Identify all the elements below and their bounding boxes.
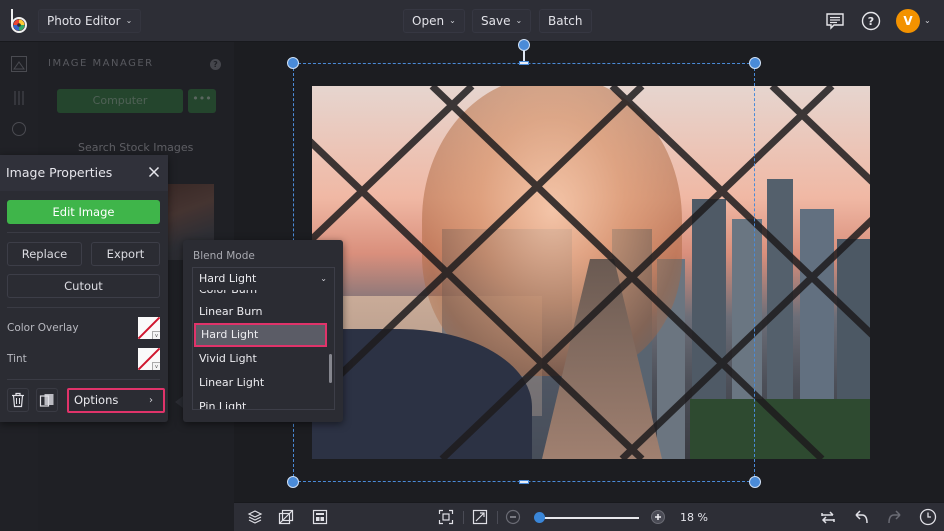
blend-option-linear-burn[interactable]: Linear Burn (193, 300, 327, 324)
cutout-button[interactable]: Cutout (7, 274, 160, 298)
help-icon[interactable]: ? (859, 9, 883, 33)
chevron-right-icon: › (149, 395, 153, 406)
blend-option-pin-light[interactable]: Pin Light (193, 395, 327, 409)
blend-mode-options-list[interactable]: Color Burn Linear Burn Hard Light Vivid … (192, 290, 335, 410)
image-properties-panel: Image Properties Edit Image Replace Expo… (0, 155, 168, 422)
avatar-initial: V (903, 14, 913, 28)
replace-button[interactable]: Replace (7, 242, 82, 266)
app-menu-button[interactable]: Photo Editor ⌄ (38, 9, 142, 33)
resize-handle-bottom[interactable] (519, 480, 529, 484)
crop-canvas-icon[interactable] (276, 507, 296, 527)
image-icon[interactable] (11, 56, 27, 72)
close-icon[interactable] (146, 164, 162, 180)
open-button[interactable]: Open ⌄ (403, 9, 465, 33)
batch-label: Batch (548, 14, 583, 28)
resize-handle-bottom-left[interactable] (287, 476, 299, 488)
export-button[interactable]: Export (91, 242, 160, 266)
duplicate-button[interactable] (36, 388, 58, 412)
feedback-icon[interactable] (823, 9, 847, 33)
adjustments-icon[interactable] (12, 90, 26, 106)
blend-option-hard-light[interactable]: Hard Light (194, 323, 327, 347)
zoom-slider-track[interactable] (539, 517, 639, 519)
redo-icon[interactable] (884, 507, 904, 527)
blend-list-scrollbar[interactable] (329, 354, 332, 383)
delete-button[interactable] (7, 388, 29, 412)
save-label: Save (481, 14, 511, 28)
avatar[interactable]: V (896, 9, 920, 33)
chevron-down-icon: ⌄ (320, 274, 327, 283)
resize-handle-bottom-right[interactable] (749, 476, 761, 488)
layout-icon[interactable] (310, 507, 330, 527)
edit-image-button[interactable]: Edit Image (7, 200, 160, 224)
panel-title: Image Properties (6, 165, 113, 180)
zoom-value: 18 % (680, 511, 708, 524)
layers-icon[interactable] (245, 507, 265, 527)
effects-icon[interactable] (12, 122, 26, 136)
svg-text:?: ? (868, 15, 874, 28)
chevron-down-icon[interactable]: ⌄ (924, 16, 931, 25)
bottom-toolbar: 18 % (234, 502, 944, 531)
logo-icon[interactable] (8, 8, 32, 34)
zoom-slider-knob[interactable] (534, 512, 545, 523)
app-menu-label: Photo Editor (47, 14, 121, 28)
resize-handle-top-right[interactable] (749, 57, 761, 69)
search-stock-images-link[interactable]: Search Stock Images (78, 141, 193, 154)
help-icon[interactable]: ? (210, 59, 221, 70)
blend-option-linear-light[interactable]: Linear Light (193, 371, 327, 395)
resize-handle-top[interactable] (519, 61, 529, 65)
duplicate-icon (39, 394, 54, 407)
color-overlay-swatch[interactable]: v (138, 317, 160, 339)
top-bar: Photo Editor ⌄ Open ⌄ Save ⌄ Batch ? V ⌄ (0, 0, 944, 42)
history-icon[interactable] (918, 507, 938, 527)
more-sources-button[interactable]: ••• (188, 89, 216, 113)
computer-upload-button[interactable]: Computer (57, 89, 183, 113)
chevron-down-icon: ⌄ (449, 16, 456, 25)
popup-pointer (175, 396, 183, 408)
swap-icon[interactable] (818, 507, 838, 527)
options-button[interactable]: Options › (67, 388, 165, 413)
zoom-in-icon[interactable] (648, 507, 668, 527)
save-button[interactable]: Save ⌄ (472, 9, 532, 33)
open-label: Open (412, 14, 445, 28)
rotate-handle[interactable] (518, 39, 530, 51)
blend-mode-label: Blend Mode (193, 250, 255, 262)
fit-screen-icon[interactable] (436, 507, 456, 527)
chevron-down-icon: ⌄ (515, 16, 523, 25)
blend-option-vivid-light[interactable]: Vivid Light (193, 347, 327, 371)
color-overlay-label: Color Overlay (7, 322, 79, 334)
blend-mode-select[interactable]: Hard Light ⌄ (192, 267, 335, 290)
zoom-out-icon[interactable] (503, 507, 523, 527)
chevron-down-icon: v (152, 362, 160, 370)
resize-handle-top-left[interactable] (287, 57, 299, 69)
image-manager-title: IMAGE MANAGER (48, 58, 154, 69)
selection-box (293, 63, 755, 482)
trash-icon (12, 392, 24, 408)
tint-label: Tint (7, 353, 27, 365)
batch-button[interactable]: Batch (539, 9, 592, 33)
actual-size-icon[interactable] (470, 507, 490, 527)
blend-mode-popup: Blend Mode Hard Light ⌄ Color Burn Linea… (183, 240, 343, 422)
chevron-down-icon: v (152, 331, 160, 339)
tint-swatch[interactable]: v (138, 348, 160, 370)
options-label: Options (74, 393, 119, 407)
undo-icon[interactable] (852, 507, 872, 527)
blend-mode-selected-value: Hard Light (199, 272, 257, 285)
chevron-down-icon: ⌄ (125, 16, 133, 25)
